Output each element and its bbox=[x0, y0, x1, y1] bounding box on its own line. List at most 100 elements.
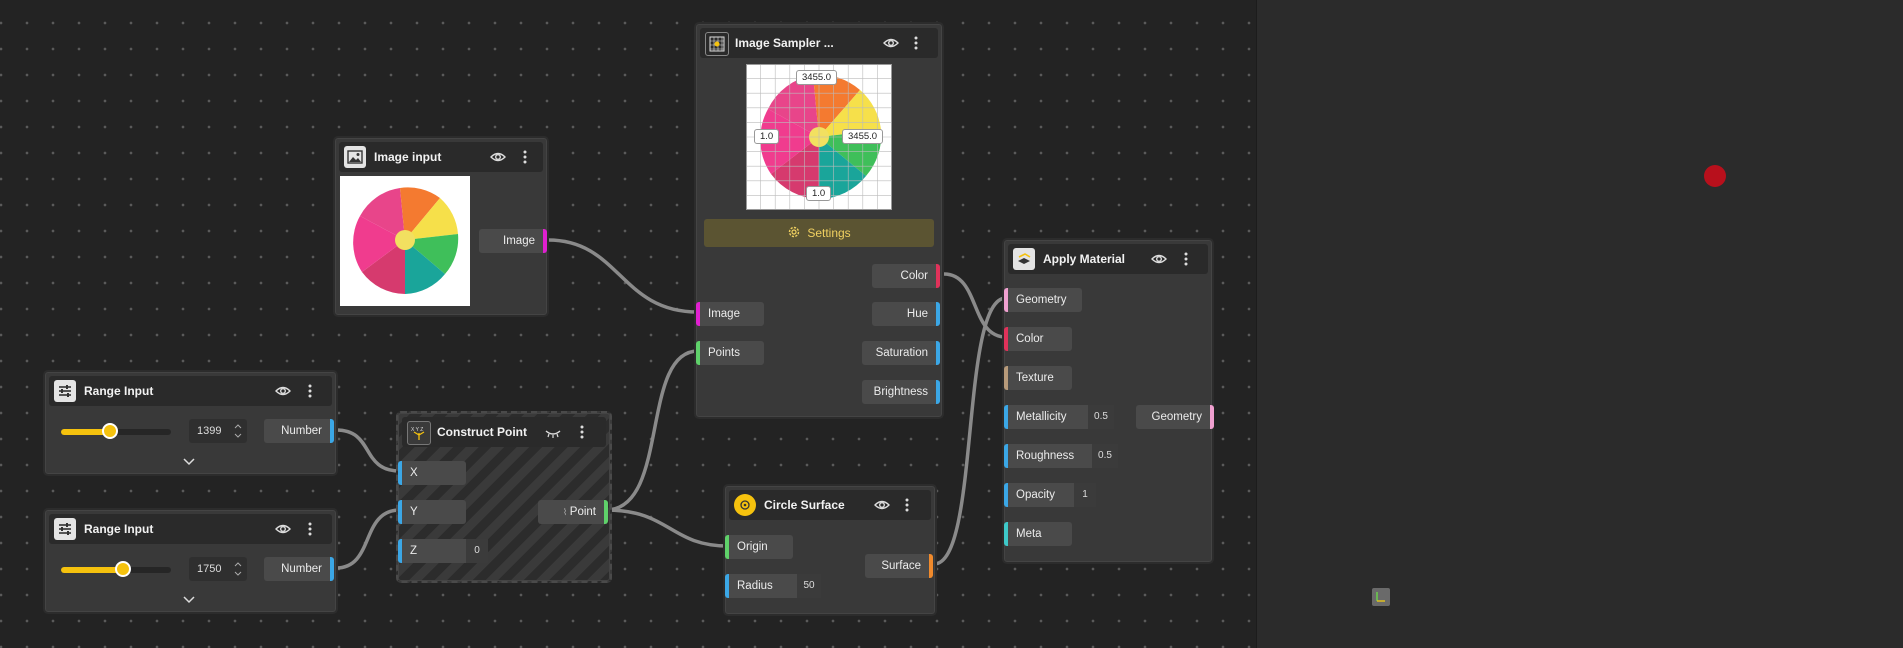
points-input-port[interactable]: Points bbox=[696, 341, 764, 365]
node-header[interactable]: Image Sampler ... bbox=[700, 28, 938, 58]
range-slider[interactable] bbox=[61, 423, 171, 439]
number-value[interactable]: 1750 bbox=[197, 557, 221, 581]
construct-point-node[interactable]: X Y Z Construct Point X Y Z 0 ⌇ Point bbox=[396, 411, 612, 583]
saturation-output-port[interactable]: Saturation bbox=[862, 341, 940, 365]
preview-point-marker bbox=[1704, 165, 1726, 187]
node-title: Range Input bbox=[84, 384, 154, 398]
svg-text:X Y Z: X Y Z bbox=[411, 427, 423, 433]
x-input-port[interactable]: X bbox=[398, 461, 466, 485]
roughness-label: Roughness bbox=[1016, 450, 1075, 462]
color-output-port[interactable]: Color bbox=[872, 264, 940, 288]
more-options-icon[interactable] bbox=[576, 423, 588, 441]
sliders-icon bbox=[54, 380, 76, 402]
more-options-icon[interactable] bbox=[1180, 250, 1192, 268]
image-thumbnail[interactable] bbox=[340, 176, 470, 306]
eye-closed-icon[interactable] bbox=[544, 423, 562, 441]
sampler-bound-bottom[interactable]: 1.0 bbox=[806, 186, 832, 201]
image-icon bbox=[344, 146, 366, 168]
sampler-preview[interactable]: 3455.0 1.0 3455.0 1.0 bbox=[746, 64, 892, 210]
sampler-bound-top[interactable]: 3455.0 bbox=[796, 70, 838, 85]
radius-value[interactable]: 50 bbox=[797, 574, 821, 598]
range-input-node-1[interactable]: Range Input 1399 Number bbox=[43, 370, 338, 476]
metallicity-input-port[interactable]: Metallicity 0.5 bbox=[1004, 405, 1114, 429]
node-title: Range Input bbox=[84, 522, 154, 536]
number-output-port[interactable]: Number bbox=[264, 557, 334, 581]
meta-input-port[interactable]: Meta bbox=[1004, 522, 1072, 546]
opacity-input-port[interactable]: Opacity 1 bbox=[1004, 483, 1096, 507]
point-label: Point bbox=[569, 506, 596, 518]
gear-icon bbox=[789, 226, 800, 238]
origin-input-port[interactable]: Origin bbox=[725, 535, 793, 559]
eye-icon[interactable] bbox=[274, 382, 292, 400]
slider-knob[interactable] bbox=[115, 561, 131, 577]
brightness-output-port[interactable]: Brightness bbox=[862, 380, 940, 404]
circle-surface-node[interactable]: Circle Surface Origin Radius 50 Surface bbox=[723, 484, 937, 616]
radius-label: Radius bbox=[737, 580, 773, 592]
image-output-port[interactable]: Image bbox=[479, 229, 547, 253]
axis-gizmo-icon[interactable] bbox=[1372, 588, 1390, 606]
point-output-port[interactable]: ⌇ Point bbox=[538, 500, 608, 524]
more-options-icon[interactable] bbox=[304, 520, 316, 538]
node-title: Image Sampler ... bbox=[735, 36, 834, 50]
preview-viewport[interactable] bbox=[1256, 0, 1903, 648]
circle-icon bbox=[734, 494, 756, 516]
geometry-input-port[interactable]: Geometry bbox=[1004, 288, 1082, 312]
more-options-icon[interactable] bbox=[901, 496, 913, 514]
roughness-value[interactable]: 0.5 bbox=[1092, 444, 1118, 468]
node-header[interactable]: Range Input bbox=[49, 376, 332, 406]
opacity-value[interactable]: 1 bbox=[1074, 483, 1096, 507]
more-options-icon[interactable] bbox=[910, 34, 922, 52]
node-header[interactable]: Apply Material bbox=[1008, 244, 1208, 274]
radius-input-port[interactable]: Radius 50 bbox=[725, 574, 821, 598]
range-input-node-2[interactable]: Range Input 1750 Number bbox=[43, 508, 338, 614]
number-value[interactable]: 1399 bbox=[197, 419, 221, 443]
geometry-output-port[interactable]: Geometry bbox=[1136, 405, 1214, 429]
node-header[interactable]: Circle Surface bbox=[729, 490, 931, 520]
roughness-input-port[interactable]: Roughness 0.5 bbox=[1004, 444, 1118, 468]
grid-icon bbox=[705, 32, 729, 56]
hue-output-port[interactable]: Hue bbox=[872, 302, 940, 326]
number-stepper[interactable]: 1399 bbox=[189, 419, 247, 443]
node-title: Image input bbox=[374, 150, 442, 164]
eye-icon[interactable] bbox=[882, 34, 900, 52]
number-output-port[interactable]: Number bbox=[264, 419, 334, 443]
point-type-icon: ⌇ bbox=[562, 507, 570, 517]
settings-button[interactable]: Settings bbox=[704, 219, 934, 247]
number-stepper[interactable]: 1750 bbox=[189, 557, 247, 581]
eye-icon[interactable] bbox=[1150, 250, 1168, 268]
more-options-icon[interactable] bbox=[519, 148, 531, 166]
y-input-port[interactable]: Y bbox=[398, 500, 466, 524]
more-options-icon[interactable] bbox=[304, 382, 316, 400]
image-sampler-node[interactable]: Image Sampler ... 3455.0 1.0 3455.0 1.0 … bbox=[694, 22, 944, 419]
z-input-port[interactable]: Z 0 bbox=[398, 539, 488, 563]
node-title: Construct Point bbox=[437, 425, 527, 439]
chevron-down-icon[interactable] bbox=[183, 596, 195, 604]
opacity-label: Opacity bbox=[1016, 489, 1055, 501]
node-header[interactable]: Image input bbox=[339, 142, 543, 172]
node-title: Circle Surface bbox=[764, 498, 845, 512]
image-input-node[interactable]: Image input Image bbox=[333, 136, 549, 317]
node-header[interactable]: Range Input bbox=[49, 514, 332, 544]
apply-material-node[interactable]: Apply Material Geometry Color Texture Me… bbox=[1002, 238, 1214, 564]
eye-icon[interactable] bbox=[274, 520, 292, 538]
slider-knob[interactable] bbox=[102, 423, 118, 439]
metallicity-label: Metallicity bbox=[1016, 411, 1067, 423]
sampler-bound-right[interactable]: 3455.0 bbox=[842, 129, 884, 144]
texture-input-port[interactable]: Texture bbox=[1004, 366, 1072, 390]
sampler-bound-left[interactable]: 1.0 bbox=[754, 129, 780, 144]
eye-icon[interactable] bbox=[489, 148, 507, 166]
material-icon bbox=[1013, 248, 1035, 270]
image-input-port[interactable]: Image bbox=[696, 302, 764, 326]
range-slider[interactable] bbox=[61, 561, 171, 577]
metallicity-value[interactable]: 0.5 bbox=[1088, 405, 1114, 429]
stepper-arrows-icon[interactable] bbox=[234, 422, 242, 440]
node-header[interactable]: X Y Z Construct Point bbox=[402, 417, 606, 447]
chevron-down-icon[interactable] bbox=[183, 458, 195, 466]
eye-icon[interactable] bbox=[873, 496, 891, 514]
surface-output-port[interactable]: Surface bbox=[865, 554, 933, 578]
z-label: Z bbox=[410, 545, 418, 557]
xyz-axes-icon: X Y Z bbox=[407, 421, 431, 445]
stepper-arrows-icon[interactable] bbox=[234, 560, 242, 578]
z-value[interactable]: 0 bbox=[466, 539, 488, 563]
color-input-port[interactable]: Color bbox=[1004, 327, 1072, 351]
